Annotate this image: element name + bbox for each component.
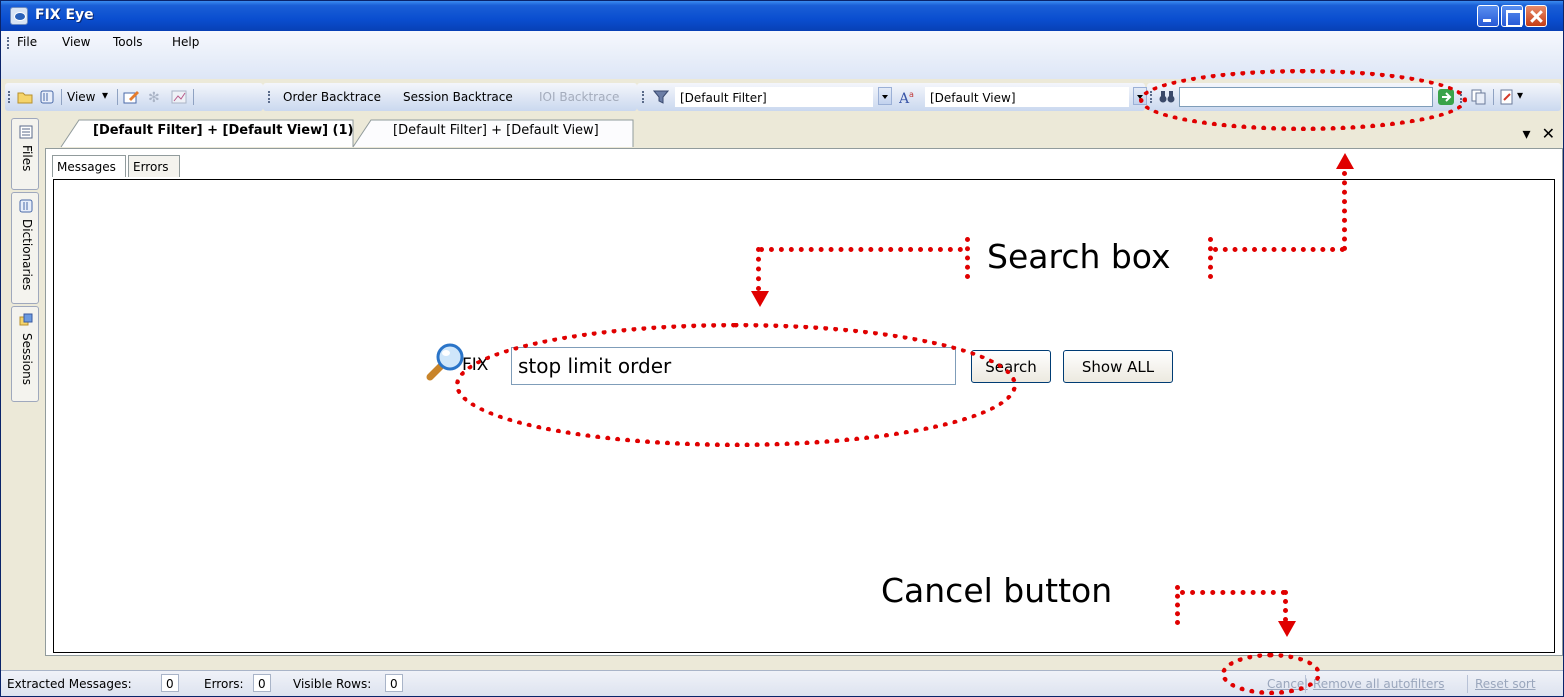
order-backtrace-button[interactable]: Order Backtrace (283, 90, 381, 104)
left-sidebar: Files Dictionaries Sessions (3, 114, 41, 656)
errors-label: Errors: (204, 677, 244, 691)
view-combo[interactable]: [Default View] (925, 87, 1129, 107)
reset-sort-link[interactable]: Reset sort (1475, 677, 1536, 691)
sidebar-tab-sessions[interactable]: Sessions (11, 306, 39, 402)
close-tab-icon[interactable]: ✕ (1542, 124, 1555, 143)
tab-close-controls: ▾ ✕ (1522, 124, 1555, 143)
sidebar-label-files: Files (20, 145, 34, 172)
connector-line (759, 247, 963, 252)
filter-icon (652, 89, 670, 105)
minimize-button[interactable] (1477, 5, 1499, 27)
ioi-backtrace-button[interactable]: IOI Backtrace (539, 90, 619, 104)
connector-line (1180, 590, 1286, 595)
chart-icon[interactable] (171, 89, 187, 105)
toolbar-group-backtrace: Order Backtrace Session Backtrace IOI Ba… (263, 83, 637, 111)
menu-help[interactable]: Help (172, 35, 199, 49)
sidebar-tab-dictionaries[interactable]: Dictionaries (11, 192, 39, 304)
sidebar-tab-files[interactable]: Files (11, 118, 39, 190)
sidebar-label-dictionaries: Dictionaries (20, 219, 34, 291)
tab-second-view[interactable]: [Default Filter] + [Default View] (393, 123, 599, 138)
toolbar-group-main: View ▾ ✻ (5, 83, 263, 111)
toolbar-grip-icon (8, 91, 11, 103)
filter-combo-value: [Default Filter] (680, 91, 767, 105)
connector-line (1342, 171, 1347, 251)
chevron-down-icon[interactable]: ▾ (102, 88, 108, 102)
open-folder-icon[interactable] (17, 89, 33, 105)
annotation-search-box: Search box (987, 237, 1171, 276)
cancel-button-highlight (1221, 653, 1321, 695)
connector-line (1283, 590, 1288, 622)
arrow-up-icon (1336, 153, 1354, 169)
tab-errors[interactable]: Errors (128, 155, 180, 177)
chevron-down-icon[interactable]: ▾ (1517, 88, 1523, 102)
view-combo-value: [Default View] (930, 91, 1016, 105)
filter-combo[interactable]: [Default Filter] (675, 87, 873, 107)
copy-document-icon[interactable] (1471, 89, 1487, 105)
show-all-button[interactable]: Show ALL (1063, 350, 1173, 383)
app-window: FIX Eye File View Tools Help View ▾ ✻ Or… (0, 0, 1564, 697)
menu-tools[interactable]: Tools (113, 35, 143, 49)
maximize-button[interactable] (1501, 5, 1523, 27)
connector-line (1208, 237, 1213, 279)
connector-line (1213, 247, 1345, 252)
menu-file[interactable]: File (17, 35, 37, 49)
export-document-icon[interactable] (1499, 89, 1515, 105)
close-button[interactable] (1525, 5, 1547, 27)
search-panel-highlight (455, 323, 1017, 447)
edit-grid-icon[interactable] (123, 89, 139, 105)
toolbar-group-filters: [Default Filter] Aa [Default View] (637, 83, 1147, 111)
extracted-messages-label: Extracted Messages: (7, 677, 132, 691)
dictionary-book-icon (19, 199, 33, 213)
visible-rows-label: Visible Rows: (293, 677, 372, 691)
session-backtrace-button[interactable]: Session Backtrace (403, 90, 513, 104)
toolbar-view-dropdown[interactable]: View (67, 90, 95, 104)
toolbar-grip-icon (642, 91, 645, 103)
menu-view[interactable]: View (62, 35, 90, 49)
errors-value: 0 (253, 674, 271, 692)
freeze-icon[interactable]: ✻ (147, 89, 163, 106)
tab-active-view[interactable]: [Default Filter] + [Default View] (1) (93, 123, 354, 138)
menu-grip-icon (7, 37, 10, 49)
filter-dropdown-arrow[interactable] (878, 87, 892, 105)
extracted-messages-value: 0 (161, 674, 179, 692)
arrow-down-icon (751, 291, 769, 307)
dictionary-book-icon[interactable] (39, 89, 55, 105)
annotation-cancel-button: Cancel button (881, 571, 1113, 610)
svg-text:✻: ✻ (148, 90, 160, 105)
svg-text:a: a (909, 90, 914, 99)
toolbar-grip-icon (268, 91, 271, 103)
sidebar-label-sessions: Sessions (20, 333, 34, 386)
arrow-down-icon (1278, 621, 1296, 637)
status-bar: Extracted Messages: 0 Errors: 0 Visible … (1, 670, 1563, 696)
sessions-icon (19, 313, 33, 327)
chevron-down-icon[interactable]: ▾ (1522, 124, 1530, 143)
remove-autofilters-link[interactable]: Remove all autofilters (1313, 677, 1445, 691)
search-box-highlight (1139, 69, 1467, 131)
files-list-icon (19, 125, 33, 139)
visible-rows-value: 0 (385, 674, 403, 692)
tab-messages[interactable]: Messages (52, 155, 126, 177)
app-icon (10, 7, 28, 25)
window-title: FIX Eye (35, 7, 94, 23)
connector-line (756, 247, 761, 291)
view-style-icon: Aa (898, 89, 915, 107)
title-bar[interactable]: FIX Eye (1, 1, 1563, 31)
connector-line (965, 237, 970, 279)
